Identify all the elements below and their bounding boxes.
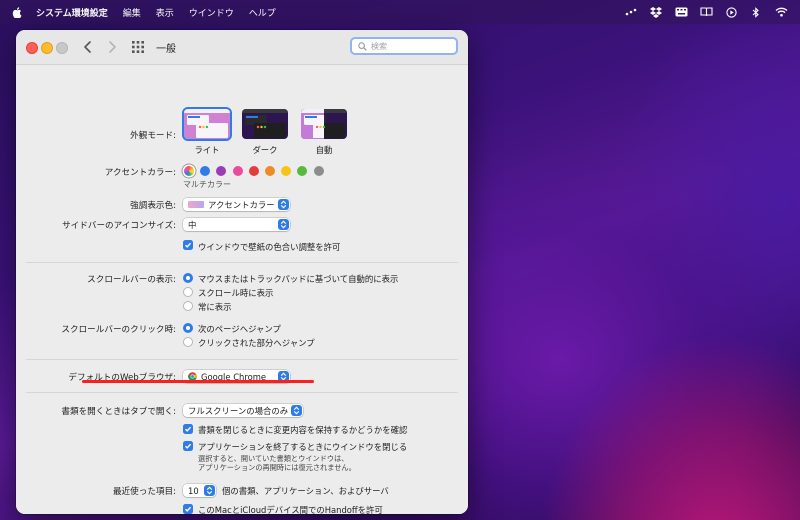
appearance-auto-thumb[interactable] [301, 109, 347, 139]
accent-swatch-graphite[interactable] [313, 166, 324, 176]
scrollbars-always-label: 常に表示 [198, 302, 232, 312]
jump-next-page-radio[interactable] [183, 323, 193, 333]
play-circle-icon[interactable] [724, 6, 738, 18]
recent-items-value: 10 [188, 485, 199, 496]
red-underline-annotation [82, 380, 314, 383]
menu-app-name[interactable]: システム環境設定 [36, 6, 108, 19]
scrollbars-auto-label: マウスまたはトラックパッドに基づいて自動的に表示 [198, 274, 399, 284]
separator [26, 359, 458, 360]
checkmark-icon [185, 506, 192, 512]
appearance-label: 外観モード: [130, 131, 176, 141]
scrollbars-auto-radio[interactable] [183, 273, 193, 283]
scrollbars-when-scrolling-radio[interactable] [183, 287, 193, 297]
accent-color-label: アクセントカラー: [104, 168, 176, 178]
sidebar-icon-size-popup[interactable]: 中 [183, 218, 290, 231]
ask-keep-changes-label: 書類を閉じるときに変更内容を保持するかどうかを確認 [198, 425, 408, 435]
prefer-tabs-popup[interactable]: フルスクリーンの場合のみ [183, 404, 303, 417]
ask-keep-changes-checkbox[interactable] [183, 424, 193, 434]
popup-arrows-icon [291, 405, 302, 416]
search-field[interactable] [350, 37, 458, 55]
search-input[interactable] [371, 41, 451, 51]
separator [26, 262, 458, 263]
scrollbars-when-scrolling-label: スクロール時に表示 [198, 288, 274, 298]
accent-swatch-blue[interactable] [200, 166, 211, 176]
checkmark-icon [185, 242, 192, 248]
accent-swatch-orange[interactable] [265, 166, 275, 176]
menu-window[interactable]: ウインドウ [189, 6, 234, 19]
forward-chevron-icon[interactable] [104, 38, 120, 56]
wallpaper-tint-checkbox[interactable] [183, 240, 193, 250]
accent-swatch-yellow[interactable] [281, 166, 292, 176]
scrollbar-click-label: スクロールバーのクリック時: [61, 325, 176, 335]
checkmark-icon [185, 443, 192, 449]
wallpaper-tint-label: ウインドウで壁紙の色合い調整を許可 [198, 242, 341, 252]
popup-arrows-icon [204, 485, 215, 496]
scrollbars-always-radio[interactable] [183, 301, 193, 311]
accent-swatch-red[interactable] [248, 166, 259, 176]
jump-clicked-spot-radio[interactable] [183, 337, 193, 347]
handoff-checkbox[interactable] [183, 504, 193, 514]
bluetooth-icon[interactable] [749, 6, 763, 18]
window-title: 一般 [156, 44, 176, 55]
popup-arrows-icon [278, 199, 289, 210]
menu-help[interactable]: ヘルプ [249, 6, 276, 19]
show-scrollbars-label: スクロールバーの表示: [87, 275, 176, 285]
prefer-tabs-value: フルスクリーンの場合のみ [188, 405, 289, 416]
appearance-light-caption: ライト [194, 145, 220, 155]
prefer-tabs-label: 書類を開くときはタブで開く: [61, 407, 176, 417]
accent-swatch-purple[interactable] [216, 166, 227, 176]
accent-swatch-multicolor[interactable] [184, 166, 194, 176]
separator [26, 392, 458, 393]
highlight-gradient-swatch [188, 201, 204, 208]
minimize-window-button[interactable] [41, 42, 53, 54]
dots-status-icon[interactable] [624, 6, 638, 18]
apple-logo-icon[interactable] [12, 6, 22, 18]
highlight-color-label: 強調表示色: [130, 201, 176, 211]
book-icon[interactable] [699, 6, 713, 18]
show-all-grid-icon[interactable] [132, 41, 144, 53]
close-windows-label: アプリケーションを終了するときにウインドウを閉じる [198, 442, 408, 452]
back-chevron-icon[interactable] [80, 38, 96, 56]
menu-edit[interactable]: 編集 [123, 6, 141, 19]
recent-items-suffix: 個の書類、アプリケーション、およびサーバ [222, 486, 389, 496]
search-icon [358, 41, 367, 51]
appearance-dark-thumb[interactable] [242, 109, 288, 139]
sidebar-icon-size-value: 中 [188, 219, 197, 230]
appearance-auto-caption: 自動 [315, 145, 333, 155]
general-pane: 外観モード: ライト ダーク 自動 アクセントカラー: マルチカラー 強調表示色… [16, 65, 468, 514]
dropbox-icon[interactable] [649, 6, 663, 18]
menu-bar: システム環境設定 編集 表示 ウインドウ ヘルプ [0, 0, 800, 24]
accent-swatch-green[interactable] [297, 166, 308, 176]
title-bar: 一般 [16, 30, 468, 65]
accent-selected-caption: マルチカラー [183, 180, 231, 189]
recent-items-label: 最近使った項目: [112, 487, 176, 497]
close-windows-note-line2: アプリケーションの再開時には復元されません。 [198, 463, 356, 472]
appearance-dark-caption: ダーク [252, 145, 278, 155]
keyboard-icon[interactable] [674, 6, 688, 18]
highlight-color-value: アクセントカラー [208, 199, 275, 210]
highlight-color-popup[interactable]: アクセントカラー [183, 198, 290, 211]
preferences-window: 一般 外観モード: ライト [16, 30, 468, 514]
handoff-label: このMacとiCloudデバイス間でのHandoffを許可 [198, 505, 383, 514]
appearance-light-thumb[interactable] [184, 109, 230, 139]
recent-items-popup[interactable]: 10 [183, 484, 216, 497]
wifi-icon[interactable] [774, 6, 788, 18]
checkmark-icon [185, 426, 192, 432]
sidebar-icon-size-label: サイドバーのアイコンサイズ: [62, 221, 176, 231]
accent-swatch-pink[interactable] [232, 166, 243, 176]
jump-clicked-spot-label: クリックされた部分へジャンプ [198, 338, 315, 348]
close-windows-checkbox[interactable] [183, 441, 193, 451]
close-window-button[interactable] [26, 42, 38, 54]
zoom-window-button[interactable] [56, 42, 68, 54]
menu-view[interactable]: 表示 [156, 6, 174, 19]
jump-next-page-label: 次のページへジャンプ [198, 324, 281, 334]
popup-arrows-icon [278, 219, 289, 230]
